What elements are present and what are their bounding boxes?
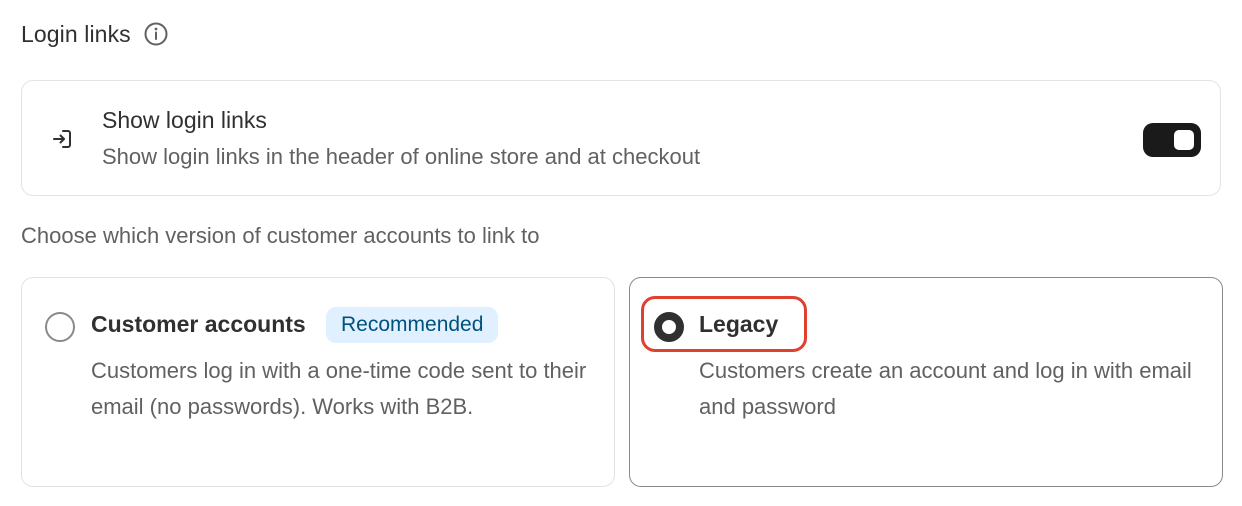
toggle-description: Show login links in the header of online…: [102, 144, 701, 169]
section-header: Login links: [21, 18, 169, 50]
customer-accounts-title: Customer accounts: [91, 311, 306, 337]
toggle-title: Show login links: [102, 107, 267, 133]
show-login-links-card: Show login links Show login links in the…: [21, 80, 1221, 196]
show-login-links-toggle[interactable]: [1143, 123, 1201, 157]
toggle-knob: [1174, 130, 1194, 150]
choose-version-prompt: Choose which version of customer account…: [21, 223, 540, 248]
section-title: Login links: [21, 20, 131, 47]
legacy-radio[interactable]: [654, 312, 684, 342]
customer-accounts-radio[interactable]: [45, 312, 75, 342]
legacy-option[interactable]: Legacy Customers create an account and l…: [629, 277, 1223, 487]
customer-accounts-option[interactable]: Customer accounts Recommended Customers …: [21, 277, 615, 487]
recommended-badge: Recommended: [326, 307, 499, 343]
customer-accounts-description: Customers log in with a one-time code se…: [91, 358, 587, 419]
info-icon[interactable]: [143, 21, 169, 47]
legacy-title: Legacy: [699, 311, 779, 337]
legacy-description: Customers create an account and log in w…: [699, 358, 1192, 419]
login-arrow-icon: [49, 126, 75, 152]
